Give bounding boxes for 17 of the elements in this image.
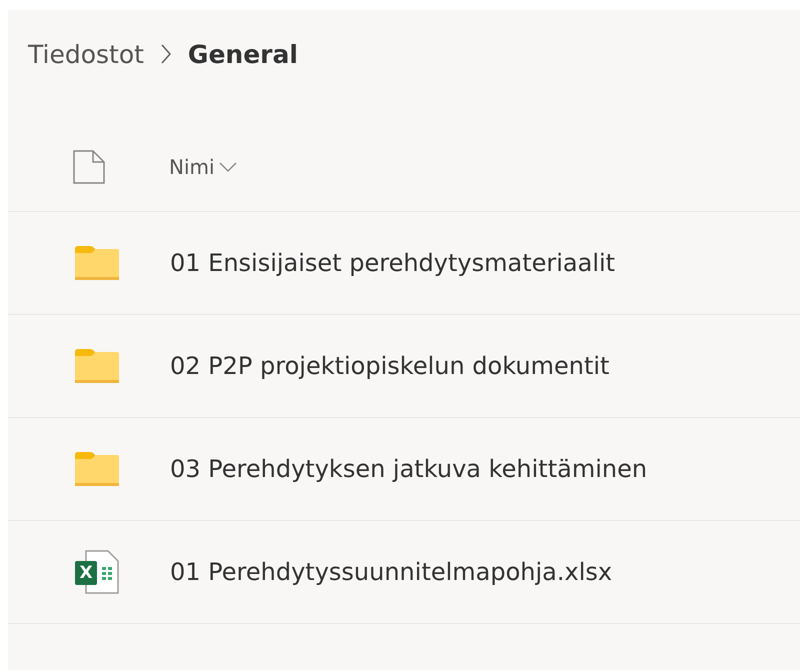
folder-icon (74, 348, 120, 384)
breadcrumb-link[interactable]: Tiedostot (28, 40, 144, 68)
name-column-header[interactable]: Nimi (169, 155, 237, 179)
file-row[interactable]: X 01 Perehdytyssuunnitelmapohja.xlsx (8, 521, 800, 624)
folder-icon (74, 451, 120, 487)
file-name: 03 Perehdytyksen jatkuva kehittäminen (170, 455, 648, 483)
file-row[interactable]: 01 Ensisijaiset perehdytysmateriaalit (8, 212, 800, 315)
chevron-down-icon (218, 162, 237, 172)
document-icon (73, 150, 105, 184)
file-name: 01 Ensisijaiset perehdytysmateriaalit (170, 249, 616, 277)
breadcrumb-link[interactable]: General (188, 40, 298, 68)
file-row[interactable]: 02 P2P projektiopiskelun dokumentit (8, 315, 800, 418)
file-row[interactable]: 03 Perehdytyksen jatkuva kehittäminen (8, 418, 800, 521)
chevron-right-icon (160, 43, 172, 65)
file-name: 02 P2P projektiopiskelun dokumentit (170, 352, 610, 380)
folder-icon (74, 245, 120, 281)
file-name: 01 Perehdytyssuunnitelmapohja.xlsx (170, 558, 612, 586)
